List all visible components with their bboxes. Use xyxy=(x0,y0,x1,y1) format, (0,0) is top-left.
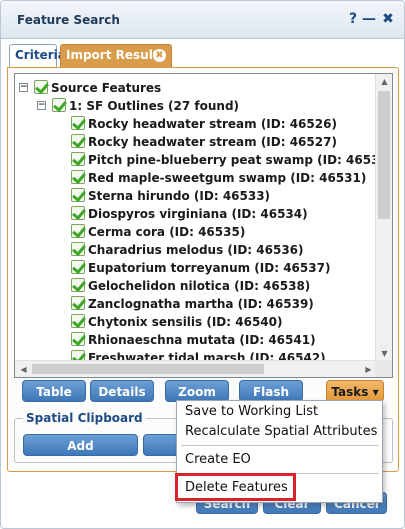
collapse-icon[interactable]: − xyxy=(19,83,28,92)
checked-icon[interactable] xyxy=(52,98,66,112)
add-button[interactable]: Add xyxy=(23,434,138,456)
minimize-icon[interactable]: — xyxy=(362,11,376,27)
tree-item-label: Rhionaeschna mutata (ID: 46541) xyxy=(88,333,316,347)
menu-separator xyxy=(181,445,379,446)
tree-item-label: Sterna hirundo (ID: 46533) xyxy=(88,189,271,203)
checked-icon[interactable] xyxy=(71,116,85,130)
close-icon[interactable]: ✖ xyxy=(381,11,395,27)
help-icon[interactable]: ? xyxy=(346,11,360,27)
tab-import-results[interactable]: Import Results ✖ xyxy=(60,44,172,67)
window-title: Feature Search xyxy=(17,13,120,27)
tab-criteria[interactable]: Criteria xyxy=(9,44,66,67)
title-bar: Feature Search ? — ✖ xyxy=(1,1,404,39)
vertical-scrollbar[interactable]: ▲ ▼ xyxy=(375,74,392,361)
horizontal-scrollbar[interactable]: ◀ ▶ xyxy=(15,360,377,377)
checked-icon[interactable] xyxy=(34,80,48,94)
feature-search-panel: Feature Search ? — ✖ Criteria Import Res… xyxy=(0,0,405,529)
delete-features-highlight xyxy=(175,473,296,501)
tasks-button[interactable]: Tasks ▾ xyxy=(326,380,384,402)
tree-item-label: Gelochelidon nilotica (ID: 46538) xyxy=(88,279,311,293)
tab-close-icon[interactable]: ✖ xyxy=(153,49,166,62)
tab-import-results-label: Import Results xyxy=(66,48,166,62)
menu-item-save-to-working-list[interactable]: Save to Working List xyxy=(185,403,318,421)
table-button[interactable]: Table xyxy=(22,380,86,402)
tree-item-label: Pitch pine-blueberry peat swamp (ID: 465… xyxy=(88,153,393,167)
checked-icon[interactable] xyxy=(71,278,85,292)
checked-icon[interactable] xyxy=(71,170,85,184)
checked-icon[interactable] xyxy=(71,260,85,274)
tree-item-label: Charadrius melodus (ID: 46536) xyxy=(88,243,304,257)
tree-item-label: Eupatorium torreyanum (ID: 46537) xyxy=(88,261,331,275)
spatial-clipboard-label: Spatial Clipboard xyxy=(23,411,146,425)
collapse-icon[interactable]: − xyxy=(37,101,46,110)
scroll-down-icon[interactable]: ▼ xyxy=(376,349,392,358)
tree-item-label: Red maple-sweetgum swamp (ID: 46531) xyxy=(88,171,367,185)
tree-item-label: Chytonix sensilis (ID: 46540) xyxy=(88,315,283,329)
checked-icon[interactable] xyxy=(71,314,85,328)
scroll-corner xyxy=(375,360,392,377)
checked-icon[interactable] xyxy=(71,152,85,166)
horizontal-scroll-thumb[interactable] xyxy=(32,364,264,374)
vertical-scroll-thumb[interactable] xyxy=(378,91,390,219)
tree-root-label: Source Features xyxy=(51,81,162,95)
tree-item-label: Zanclognatha martha (ID: 46539) xyxy=(88,297,314,311)
checked-icon[interactable] xyxy=(71,134,85,148)
checked-icon[interactable] xyxy=(71,224,85,238)
zoom-button[interactable]: Zoom xyxy=(165,380,229,402)
checked-icon[interactable] xyxy=(71,242,85,256)
checked-icon[interactable] xyxy=(71,206,85,220)
tree-item-label: Rocky headwater stream (ID: 46527) xyxy=(88,135,337,149)
checked-icon[interactable] xyxy=(71,332,85,346)
menu-item-recalculate-spatial-attributes[interactable]: Recalculate Spatial Attributes xyxy=(185,423,377,441)
tree-item-label: Rocky headwater stream (ID: 46526) xyxy=(88,117,337,131)
checked-icon[interactable] xyxy=(71,296,85,310)
tab-criteria-label: Criteria xyxy=(15,48,66,62)
details-button[interactable]: Details xyxy=(90,380,154,402)
scroll-left-icon[interactable]: ◀ xyxy=(15,365,32,374)
scroll-up-icon[interactable]: ▲ xyxy=(376,77,392,86)
flash-button[interactable]: Flash xyxy=(239,380,303,402)
checked-icon[interactable] xyxy=(71,188,85,202)
tree-item-label: Cerma cora (ID: 46535) xyxy=(88,225,246,239)
menu-item-create-eo[interactable]: Create EO xyxy=(185,451,251,469)
tree-group-label: 1: SF Outlines (27 found) xyxy=(69,99,240,113)
results-tree: − Source Features − 1: SF Outlines (27 f… xyxy=(14,73,393,378)
tree-item-label: Diospyros virginiana (ID: 46534) xyxy=(88,207,308,221)
